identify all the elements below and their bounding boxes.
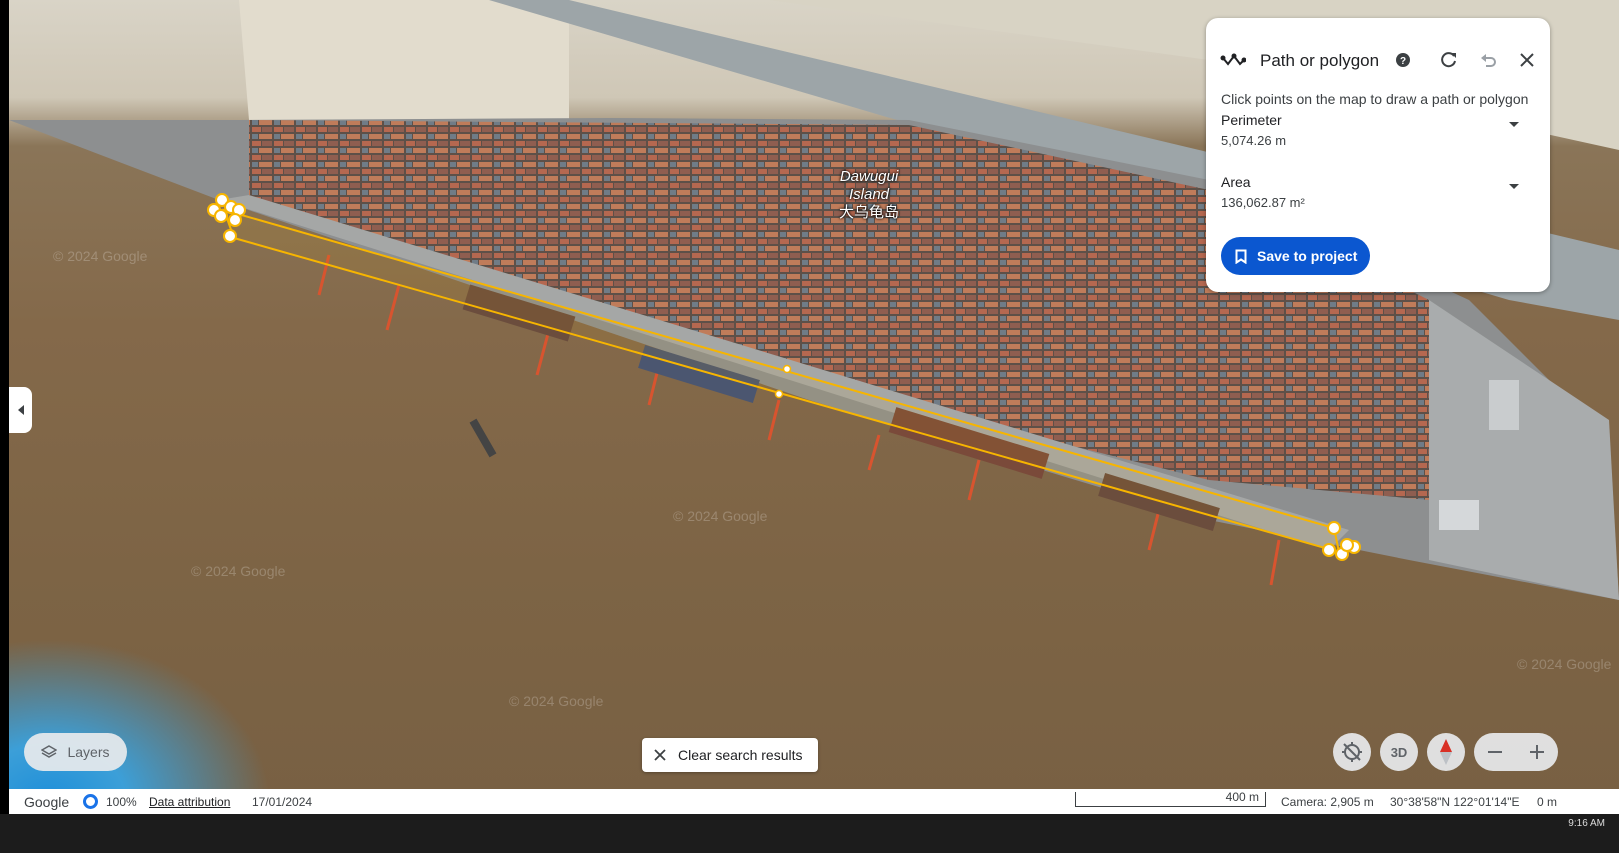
zoom-in-button[interactable]: [1516, 733, 1558, 771]
zoom-out-button[interactable]: [1474, 733, 1516, 771]
plus-icon: [1530, 745, 1544, 759]
layers-icon: [41, 745, 58, 758]
watermark: © 2024 Google: [1517, 656, 1612, 672]
area-row[interactable]: Area 136,062.87 m²: [1221, 174, 1531, 214]
perimeter-value: 5,074.26 m: [1221, 133, 1287, 148]
watermark: © 2024 Google: [509, 693, 604, 709]
elevation: 0 m: [1537, 795, 1558, 809]
location-crosshair-icon: [1342, 742, 1362, 762]
save-to-project-label: Save to project: [1257, 248, 1358, 264]
compass-button[interactable]: [1427, 733, 1465, 771]
chevron-down-icon[interactable]: [1509, 122, 1519, 127]
path-polygon-panel: Path or polygon ? Click points on the ma…: [1206, 18, 1550, 292]
data-attribution-link[interactable]: Data attribution: [149, 795, 230, 809]
svg-text:?: ?: [1400, 56, 1406, 67]
scale-label: 400 m: [1225, 790, 1259, 804]
google-brand: Google: [24, 794, 70, 810]
perimeter-row[interactable]: Perimeter 5,074.26 m: [1221, 112, 1531, 152]
os-taskbar: 9:16 AM: [0, 814, 1619, 853]
area-label: Area: [1221, 174, 1251, 190]
chevron-left-icon: [17, 405, 24, 415]
path-icon: [1220, 53, 1246, 66]
imagery-date: 17/01/2024: [252, 795, 313, 809]
island-label-en: Dawugui Island: [839, 168, 899, 203]
watermark: © 2024 Google: [673, 508, 768, 524]
island-label-zh: 大乌龟岛: [838, 204, 899, 221]
camera-altitude: Camera: 2,905 m: [1281, 795, 1374, 809]
close-icon[interactable]: [1513, 46, 1541, 74]
my-location-button[interactable]: [1333, 733, 1371, 771]
clear-search-results-button[interactable]: Clear search results: [642, 738, 818, 772]
area-value: 136,062.87 m²: [1221, 195, 1305, 210]
3d-label: 3D: [1390, 744, 1408, 760]
panel-header: Path or polygon ?: [1206, 44, 1550, 80]
coordinates: 30°38'58"N 122°01'14"E: [1390, 795, 1520, 809]
chevron-down-icon[interactable]: [1509, 184, 1519, 189]
panel-title: Path or polygon: [1260, 51, 1380, 70]
redo-icon[interactable]: [1435, 46, 1463, 74]
system-clock: 9:16 AM: [1568, 818, 1605, 829]
close-icon: [654, 749, 666, 761]
save-to-project-button[interactable]: Save to project: [1221, 237, 1370, 275]
perimeter-label: Perimeter: [1221, 112, 1282, 128]
status-bar: Google 100% Data attribution 17/01/2024 …: [9, 789, 1619, 814]
compass-icon: [1440, 739, 1452, 765]
undo-icon[interactable]: [1474, 46, 1502, 74]
scale-bar: 400 m: [1075, 790, 1266, 807]
minus-icon: [1488, 751, 1502, 753]
help-icon[interactable]: ?: [1389, 46, 1417, 74]
watermark: © 2024 Google: [191, 563, 286, 579]
load-progress-icon: [83, 794, 98, 809]
collapse-sidebar-button[interactable]: [9, 387, 32, 433]
load-percent: 100%: [106, 795, 137, 809]
layers-button[interactable]: Layers: [24, 733, 127, 771]
bookmark-icon: [1235, 249, 1247, 264]
layers-label: Layers: [67, 744, 110, 760]
zoom-controls: [1474, 733, 1558, 771]
island-label[interactable]: Dawugui Island 大乌龟岛: [829, 168, 909, 222]
clear-search-results-label: Clear search results: [678, 747, 803, 763]
3d-toggle-button[interactable]: 3D: [1380, 733, 1418, 771]
panel-description: Click points on the map to draw a path o…: [1221, 91, 1529, 107]
watermark: © 2024 Google: [53, 248, 148, 264]
